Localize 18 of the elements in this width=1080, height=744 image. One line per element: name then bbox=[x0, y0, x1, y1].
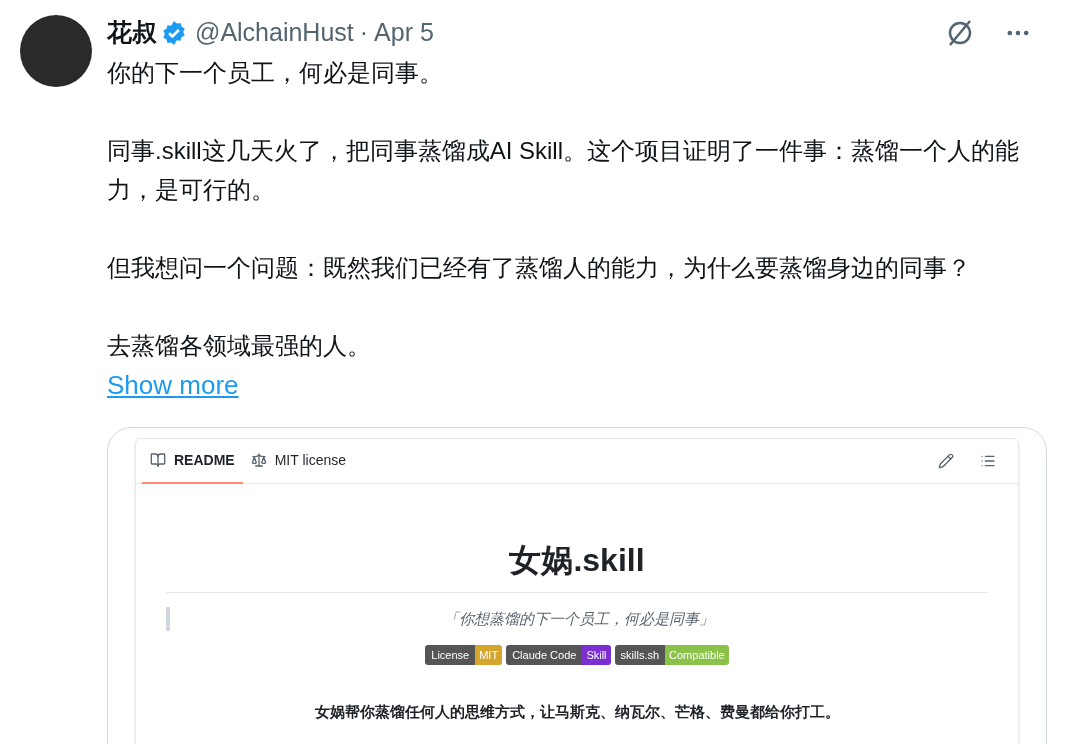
readme-summary: 女娲帮你蒸馏任何人的思维方式，让马斯克、纳瓦尔、芒格、费曼都给你打工。 bbox=[314, 702, 840, 722]
readme-tab[interactable]: MIT license bbox=[242, 438, 354, 484]
readme-tab[interactable]: README bbox=[142, 438, 243, 484]
post-paragraph: 但我想问一个问题：既然我们已经有了蒸馏人的能力，为什么要蒸馏身边的同事？ bbox=[107, 253, 972, 283]
scale-icon bbox=[250, 452, 267, 468]
list-icon[interactable] bbox=[980, 453, 996, 469]
book-icon bbox=[150, 452, 166, 468]
post-date[interactable]: Apr 5 bbox=[374, 14, 434, 52]
separator-dot: · bbox=[359, 17, 369, 49]
readme-quote: 「你想蒸馏的下一个员工，何必是同事」 bbox=[444, 608, 714, 629]
link-card[interactable]: README MIT license 女娲.skill 「你想蒸馏的下一个员工，何必是同事」 License MIT Claude Code Skill skills.sh Compatible 女娲帮你蒸馏任何人的思维方式，让马斯克、纳瓦尔、芒格、费曼都给你打工。 bbox=[107, 427, 1047, 744]
author-handle[interactable]: @AlchainHust bbox=[195, 14, 354, 52]
author-name[interactable]: 花叔 bbox=[107, 14, 157, 52]
readme-title: 女娲.skill bbox=[509, 541, 645, 580]
post-paragraph: 去蒸馏各领域最强的人。 bbox=[107, 331, 372, 361]
post-paragraph: 你的下一个员工，何必是同事。 bbox=[107, 58, 444, 88]
edit-icon[interactable] bbox=[938, 453, 954, 469]
post-paragraph: 同事.skill这几天火了，把同事蒸馏成AI Skill。这个项目证明了一件事：蒸馏一个人的能力，是可行的。 bbox=[107, 136, 1020, 205]
